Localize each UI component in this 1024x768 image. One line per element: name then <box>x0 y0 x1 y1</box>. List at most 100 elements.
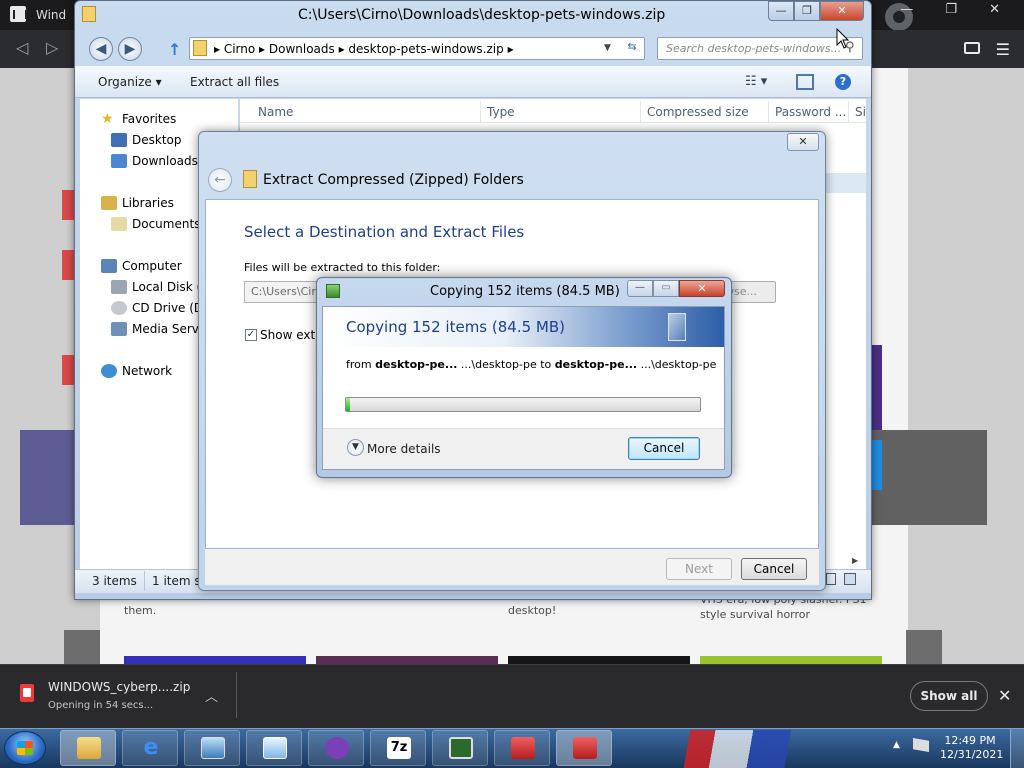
back-button[interactable]: ← <box>208 168 232 192</box>
start-button[interactable] <box>4 731 46 765</box>
breadcrumb[interactable]: ▸ Cirno ▸ Downloads ▸ desktop-pets-windo… <box>214 42 514 56</box>
scroll-right-icon[interactable]: ▶ <box>852 556 858 565</box>
document-icon <box>668 313 686 341</box>
cancel-button[interactable]: Cancel <box>741 558 807 580</box>
selection-count: 1 item se <box>152 574 200 588</box>
nav-local-disk[interactable]: Local Disk (C <box>132 280 198 294</box>
explorer-title: C:\Users\Cirno\Downloads\desktop-pets-wi… <box>298 7 666 23</box>
copy-source-destination: from desktop-pe... ...\desktop-pe to des… <box>346 358 716 371</box>
forward-button[interactable]: ▶ <box>118 37 142 61</box>
chevron-up-icon[interactable]: ︿ <box>205 686 218 705</box>
details-view-icon[interactable] <box>826 573 836 585</box>
show-files-label: Show extra <box>260 328 316 342</box>
refresh-icon[interactable]: ⇆ <box>622 40 642 58</box>
taskbar-brave[interactable] <box>308 730 364 766</box>
wizard-heading: Select a Destination and Extract Files <box>244 223 525 241</box>
next-button[interactable]: Next <box>666 558 732 580</box>
system-clock[interactable]: 12:49 PM 12/31/2021 <box>940 734 1003 762</box>
nav-cd-drive[interactable]: CD Drive (D:) <box>132 301 198 315</box>
help-icon[interactable]: ? <box>835 74 851 90</box>
show-desktop-button[interactable] <box>1010 729 1024 768</box>
internet-explorer-icon: e <box>143 735 159 760</box>
show-all-button[interactable]: Show all <box>910 681 988 711</box>
nav-desktop[interactable]: Desktop <box>132 133 182 147</box>
nav-documents[interactable]: Documents <box>132 217 200 231</box>
copy-heading: Copying 152 items (84.5 MB) <box>346 318 565 336</box>
selected-row[interactable] <box>822 173 866 193</box>
taskbar-7zip[interactable]: 7z <box>370 730 426 766</box>
7zip-icon: 7z <box>387 737 411 759</box>
close-button[interactable]: ✕ <box>820 1 864 21</box>
views-icon[interactable]: ☷ ▾ <box>745 74 767 89</box>
nav-computer[interactable]: Computer <box>122 259 182 273</box>
more-details-link[interactable]: More details <box>367 442 441 456</box>
show-files-checkbox[interactable]: ✓ <box>245 329 257 341</box>
thumb-4[interactable] <box>700 656 882 664</box>
browser-tab-title: Wind <box>36 8 67 22</box>
mouse-cursor-icon <box>836 28 850 49</box>
remote-desktop-icon <box>263 737 287 759</box>
maximize-button[interactable]: ❐ <box>794 1 820 21</box>
search-input[interactable]: Search desktop-pets-windows... <box>657 37 863 60</box>
menu-icon[interactable]: ☰ <box>996 40 1010 59</box>
close-icon[interactable]: ✕ <box>998 686 1011 705</box>
extension-icon[interactable] <box>964 42 980 54</box>
toolbox-icon <box>511 737 535 759</box>
back-button[interactable]: ◀ <box>89 37 113 61</box>
column-headers <box>240 99 866 123</box>
browser-caption-buttons[interactable]: — ❐ ✕ <box>900 2 1014 17</box>
taskbar-internet-explorer[interactable]: e <box>122 730 178 766</box>
thumb-3[interactable] <box>508 656 690 664</box>
destination-link[interactable]: desktop-pe... <box>555 358 637 371</box>
nav-network[interactable]: Network <box>122 364 172 378</box>
minimize-button[interactable]: — <box>768 1 794 21</box>
task-manager-icon <box>449 737 473 759</box>
progress-bar <box>345 397 701 412</box>
thumb-1[interactable] <box>124 656 306 664</box>
taskbar-toolbox[interactable] <box>494 730 550 766</box>
to-word: to <box>536 358 555 371</box>
chevron-down-icon[interactable]: ▼ <box>347 439 364 456</box>
tiles-view-icon[interactable] <box>844 573 856 585</box>
minimize-button[interactable]: — <box>627 280 653 297</box>
organize-button[interactable]: Organize ▾ <box>98 75 162 89</box>
close-button[interactable]: ✕ <box>679 280 725 297</box>
taskbar-remote-desktop[interactable] <box>246 730 302 766</box>
taskbar-toolbox-2[interactable] <box>556 730 612 766</box>
chevron-down-icon[interactable]: ▼ <box>604 43 611 53</box>
nav-favorites[interactable]: Favorites <box>122 112 176 126</box>
column-password[interactable]: Password ... <box>775 105 846 119</box>
nav-libraries[interactable]: Libraries <box>122 196 174 210</box>
media-server-icon <box>111 322 127 336</box>
close-button[interactable]: ✕ <box>787 133 819 151</box>
back-arrow-icon[interactable]: ◁ <box>16 38 28 57</box>
column-type[interactable]: Type <box>487 105 515 119</box>
column-name[interactable]: Name <box>258 105 293 119</box>
thumb-2[interactable] <box>316 656 498 664</box>
toolbox-icon <box>573 737 597 759</box>
download-file-name[interactable]: WINDOWS_cyberp....zip <box>48 680 190 694</box>
wizard-title: Extract Compressed (Zipped) Folders <box>263 172 524 188</box>
column-compressed-size[interactable]: Compressed size <box>647 105 749 119</box>
preview-pane-icon[interactable] <box>796 74 814 90</box>
source-path: ...\desktop-pe <box>457 358 537 371</box>
nav-media-server[interactable]: Media Server <box>132 322 198 336</box>
progress-fill <box>346 398 350 411</box>
source-link[interactable]: desktop-pe... <box>375 358 457 371</box>
taskbar-task-manager[interactable] <box>432 730 488 766</box>
zip-folder-icon <box>243 170 257 188</box>
gif-badge <box>64 630 100 664</box>
desktop-icon <box>111 133 127 147</box>
game-description: them. <box>124 604 157 617</box>
taskbar-photo-viewer[interactable] <box>184 730 240 766</box>
extract-all-button[interactable]: Extract all files <box>190 75 279 89</box>
thumb-badge <box>906 630 942 664</box>
nav-downloads[interactable]: Downloads <box>132 154 198 168</box>
column-size[interactable]: Si <box>855 105 866 119</box>
tray-expand-icon[interactable]: ▲ <box>893 740 900 750</box>
cancel-button[interactable]: Cancel <box>628 437 700 460</box>
taskbar-file-explorer[interactable] <box>60 730 116 766</box>
wallpaper-fragment <box>640 730 885 768</box>
up-arrow-icon[interactable]: ↑ <box>168 40 181 59</box>
forward-arrow-icon[interactable]: ▷ <box>46 38 58 57</box>
